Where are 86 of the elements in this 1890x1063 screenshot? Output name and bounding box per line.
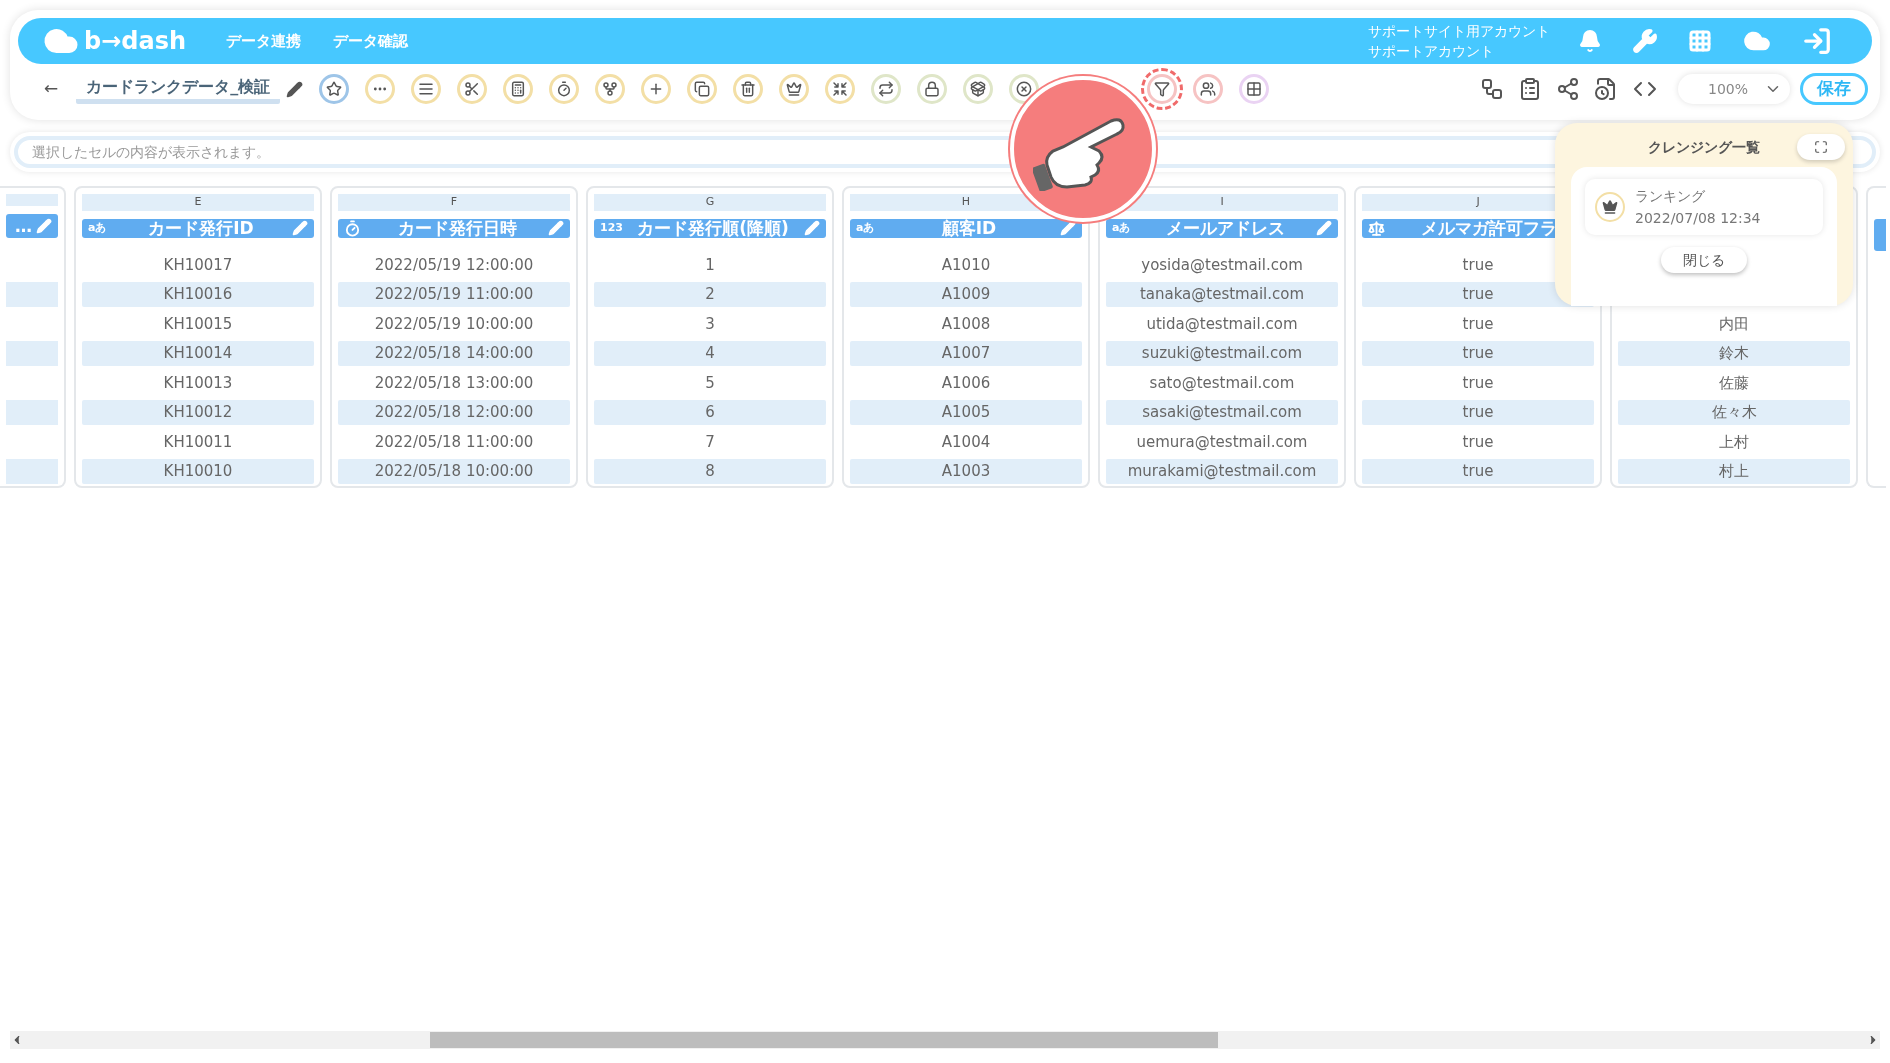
table-cell: A1009 xyxy=(850,281,1082,307)
column-title: メルマガ許可フラ xyxy=(1420,218,1558,238)
table-cell-text: 2022/05/19 10:00:00 xyxy=(373,313,535,335)
panel-title: クレンジング一覧 xyxy=(1648,137,1760,157)
table-cell: 2022/05/18 14:00:00 xyxy=(338,340,570,366)
table-cell-text: yosida@testmail.com xyxy=(1140,254,1304,276)
table-cell-text: true xyxy=(1461,254,1495,276)
table-cell: suzuki@testmail.com xyxy=(1106,340,1338,366)
table-cell-text: 2022/05/19 12:00:00 xyxy=(373,254,535,276)
nav-link[interactable]: データ確認 xyxy=(333,29,409,53)
column-letter: F xyxy=(338,194,570,211)
table-cell: A1005 xyxy=(850,399,1082,425)
table-cell: KH10010 xyxy=(82,458,314,484)
nav-link[interactable]: データ連携 xyxy=(226,29,302,53)
table-cell-text: 上村 xyxy=(1718,431,1750,453)
account-name: サポートサイト用アカウント xyxy=(1368,22,1550,41)
table-cell-text: utida@testmail.com xyxy=(1145,313,1299,335)
table-cell: 鈴木 xyxy=(1618,340,1850,366)
column-title: カード発行日時 xyxy=(396,218,518,238)
table-cell: KH10016 xyxy=(82,281,314,307)
table-cell: KH10012 xyxy=(82,399,314,425)
column-header[interactable]: 123 カード発行順(降順) xyxy=(594,218,826,238)
table-cell-text: 2022/05/18 13:00:00 xyxy=(373,372,535,394)
column-letter: G xyxy=(594,194,826,211)
logo[interactable]: b→dash xyxy=(84,23,187,59)
table-cell: 2022/05/18 12:00:00 xyxy=(338,399,570,425)
table-cell: true xyxy=(1362,458,1594,484)
table-cell: 村上 xyxy=(1618,458,1850,484)
table-cell-text: 5 xyxy=(704,372,716,394)
item-date: 2022/07/08 12:34 xyxy=(1635,209,1761,228)
table-cell: A1007 xyxy=(850,340,1082,366)
zoom-select[interactable]: 100% xyxy=(1678,74,1790,104)
table-cell: A1003 xyxy=(850,458,1082,484)
table-cell: 4 xyxy=(594,340,826,366)
table-cell-text: A1006 xyxy=(940,372,992,394)
table-cell-text: 内田 xyxy=(1718,313,1750,335)
table-cell-text: 2022/05/18 11:00:00 xyxy=(373,431,535,453)
table-cell: 佐々木 xyxy=(1618,399,1850,425)
table-cell: 8 xyxy=(594,458,826,484)
table-cell-text: 1 xyxy=(704,254,716,276)
table-cell-text: KH10015 xyxy=(162,313,234,335)
document-title[interactable]: カードランクデータ_検証 xyxy=(76,74,281,104)
table-cell-text: KH10013 xyxy=(162,372,234,394)
type-label: aあ xyxy=(856,220,876,236)
table-cell: 2022/05/18 10:00:00 xyxy=(338,458,570,484)
type-label: aあ xyxy=(88,220,108,236)
table-cell-text: true xyxy=(1461,313,1495,335)
table-cell: true xyxy=(1362,340,1594,366)
back-button[interactable]: ← xyxy=(44,76,59,102)
account-name: サポートアカウント xyxy=(1368,42,1495,61)
table-cell-text: 7 xyxy=(704,431,716,453)
table-cell: true xyxy=(1362,399,1594,425)
column-header[interactable]: aあ メールアドレス xyxy=(1106,218,1338,238)
table-cell-text: KH10011 xyxy=(162,431,234,453)
table-cell-text: A1008 xyxy=(940,313,992,335)
table-cell: 2 xyxy=(594,281,826,307)
table-cell-text: sato@testmail.com xyxy=(1148,372,1296,394)
table-cell: murakami@testmail.com xyxy=(1106,458,1338,484)
table-cell: KH10014 xyxy=(82,340,314,366)
column-title: メールアドレス xyxy=(1164,218,1286,238)
table-cell-text: true xyxy=(1461,372,1495,394)
table-cell: tanaka@testmail.com xyxy=(1106,281,1338,307)
close-button[interactable]: 閉じる xyxy=(1661,247,1747,273)
table-cell-text: 3 xyxy=(704,313,716,335)
table-cell-text: A1010 xyxy=(940,254,992,276)
column-header[interactable]: … xyxy=(6,214,58,238)
table-cell: 6 xyxy=(594,399,826,425)
column-title: 顧客ID xyxy=(940,218,998,238)
type-label: 123 xyxy=(600,220,622,236)
save-button[interactable]: 保存 xyxy=(1800,73,1868,105)
column-title: … xyxy=(14,214,33,238)
table-cell: sasaki@testmail.com xyxy=(1106,399,1338,425)
table-cell-text: KH10017 xyxy=(162,254,234,276)
table-cell-text: true xyxy=(1461,431,1495,453)
column-header[interactable]: aあ 顧客ID xyxy=(850,218,1082,238)
table-cell-text: 佐藤 xyxy=(1718,372,1750,394)
table-cell: 2022/05/19 11:00:00 xyxy=(338,281,570,307)
column-letter: E xyxy=(82,194,314,211)
table-cell-text: uemura@testmail.com xyxy=(1135,431,1309,453)
type-label: aあ xyxy=(1112,220,1132,236)
table-cell-text: A1004 xyxy=(940,431,992,453)
column-header[interactable]: aあ カード発行ID xyxy=(82,218,314,238)
column-header[interactable]: カード発行日時 xyxy=(338,218,570,238)
item-name: ランキング xyxy=(1635,187,1706,206)
column-title: カード発行順(降順) xyxy=(636,218,790,238)
column-title: カード発行ID xyxy=(147,218,255,238)
